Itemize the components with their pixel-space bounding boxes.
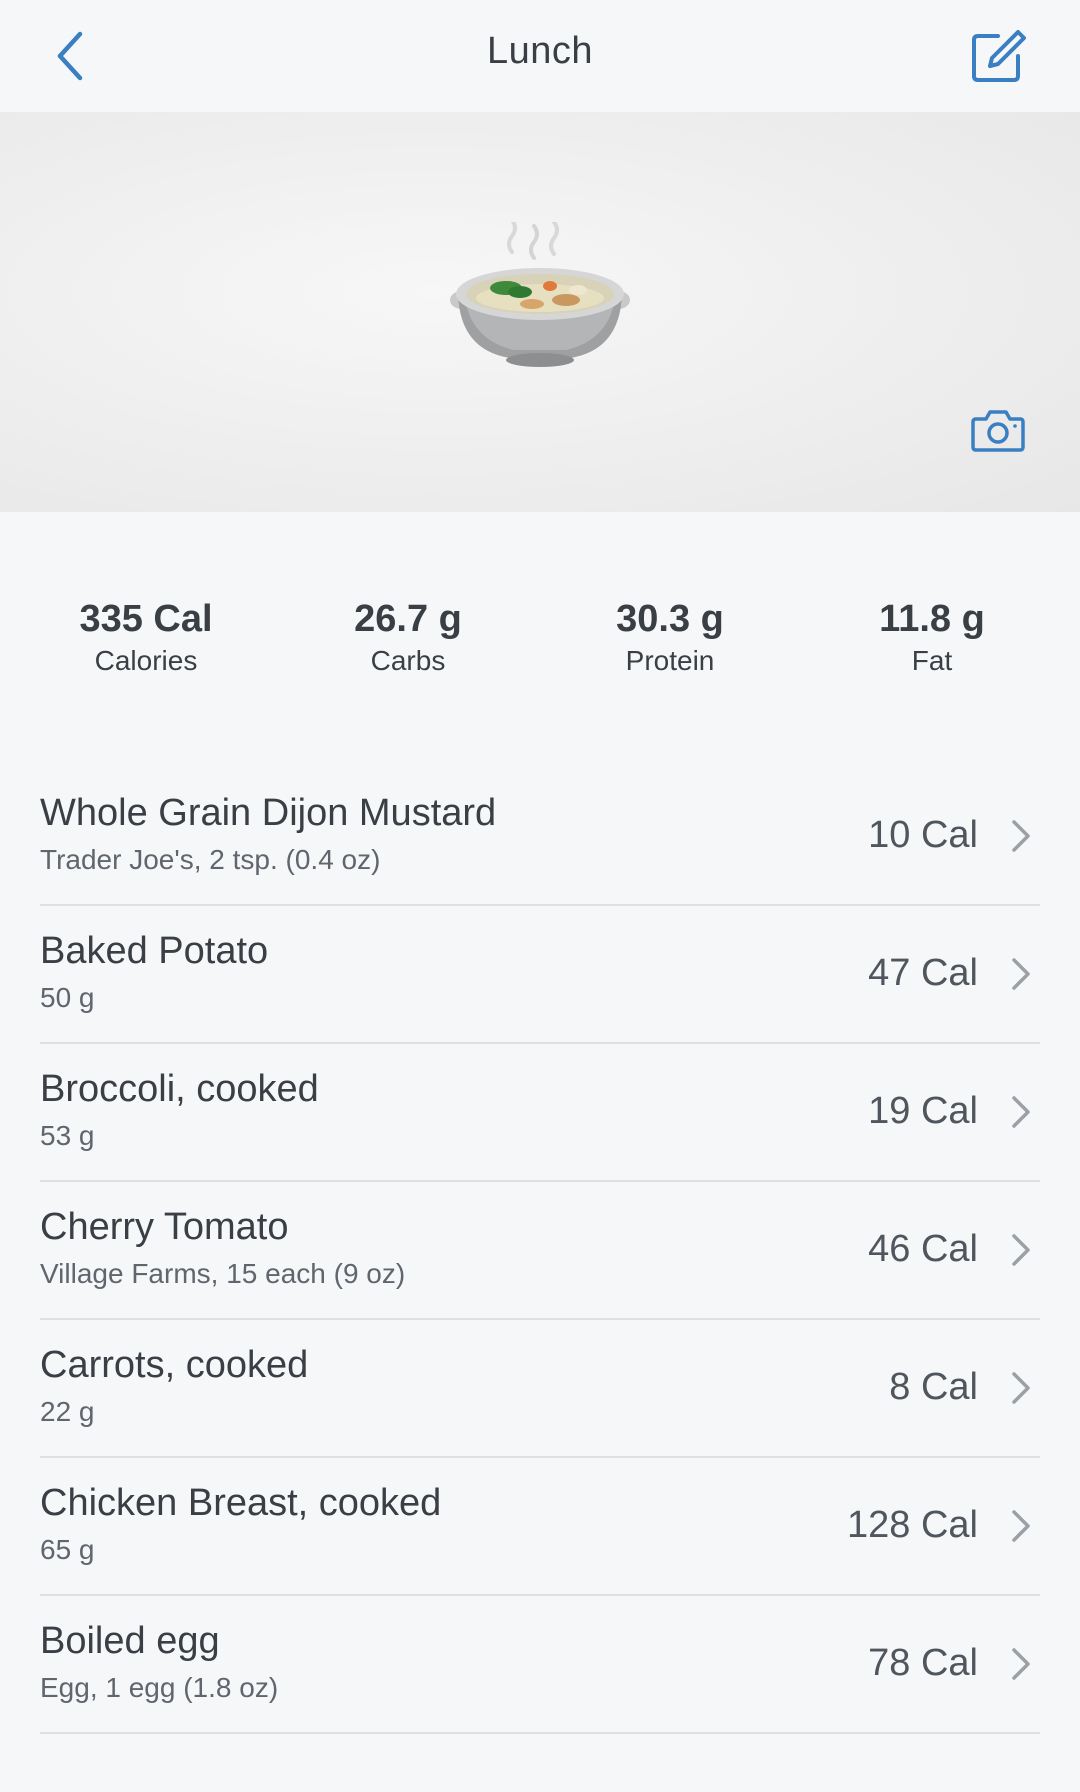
macro-summary: 335 Cal Calories 26.7 g Carbs 30.3 g Pro… [0,596,1080,686]
macro-value: 11.8 g [879,598,985,640]
food-item-baked-potato[interactable]: Baked Potato 50 g 47 Cal [40,906,1040,1044]
food-calories: 78 Cal [868,1642,978,1684]
food-detail: 65 g [40,1534,95,1565]
chevron-right-icon [1006,1092,1036,1132]
food-item-dijon-mustard[interactable]: Whole Grain Dijon Mustard Trader Joe's, … [40,768,1040,906]
page-title: Lunch [486,30,594,72]
edit-square-icon [972,30,1026,82]
edit-button[interactable] [964,22,1032,90]
macro-carbs: 26.7 g Carbs [298,596,518,678]
food-item-boiled-egg[interactable]: Boiled egg Egg, 1 egg (1.8 oz) 78 Cal [40,1596,1040,1734]
macro-value: 30.3 g [616,598,724,640]
macro-label: Carbs [370,645,446,676]
food-item-cherry-tomato[interactable]: Cherry Tomato Village Farms, 15 each (9 … [40,1182,1040,1320]
food-name: Cherry Tomato [40,1206,289,1248]
food-calories: 10 Cal [868,814,978,856]
food-item-carrots[interactable]: Carrots, cooked 22 g 8 Cal [40,1320,1040,1458]
chevron-right-icon [1006,816,1036,856]
food-name: Baked Potato [40,930,269,972]
macro-value: 335 Cal [79,598,213,640]
food-detail: Trader Joe's, 2 tsp. (0.4 oz) [40,844,381,875]
meal-photo[interactable] [0,112,1080,512]
food-detail: 53 g [40,1120,95,1151]
chevron-right-icon [1006,1368,1036,1408]
food-calories: 19 Cal [868,1090,978,1132]
macro-label: Protein [625,645,715,676]
food-calories: 46 Cal [868,1228,978,1270]
chevron-right-icon [1006,1644,1036,1684]
macro-calories: 335 Cal Calories [36,596,256,678]
food-name: Boiled egg [40,1620,220,1662]
camera-icon [971,410,1025,452]
food-name: Broccoli, cooked [40,1068,319,1110]
chevron-right-icon [1006,954,1036,994]
food-detail: Egg, 1 egg (1.8 oz) [40,1672,279,1703]
macro-protein: 30.3 g Protein [560,596,780,678]
macro-fat: 11.8 g Fat [822,596,1042,678]
macro-label: Fat [911,645,953,676]
food-name: Carrots, cooked [40,1344,309,1386]
header: Lunch [0,0,1080,112]
food-detail: 50 g [40,982,95,1013]
macro-label: Calories [94,645,198,676]
food-detail: 22 g [40,1396,95,1427]
meal-detail-screen: Lunch 335 Cal Calories 26.7 g Carbs 30.3… [0,0,1080,1792]
food-name: Whole Grain Dijon Mustard [40,792,497,834]
chevron-right-icon [1006,1230,1036,1270]
food-item-chicken-breast[interactable]: Chicken Breast, cooked 65 g 128 Cal [40,1458,1040,1596]
food-detail: Village Farms, 15 each (9 oz) [40,1258,406,1289]
macro-value: 26.7 g [354,598,462,640]
food-calories: 128 Cal [847,1504,978,1546]
food-name: Chicken Breast, cooked [40,1482,442,1524]
chevron-right-icon [1006,1506,1036,1546]
food-calories: 47 Cal [868,952,978,994]
food-calories: 8 Cal [889,1366,978,1408]
food-list: Whole Grain Dijon Mustard Trader Joe's, … [0,768,1080,1734]
camera-button[interactable] [966,402,1030,458]
soup-bowl-image [450,222,630,367]
food-item-broccoli[interactable]: Broccoli, cooked 53 g 19 Cal [40,1044,1040,1182]
